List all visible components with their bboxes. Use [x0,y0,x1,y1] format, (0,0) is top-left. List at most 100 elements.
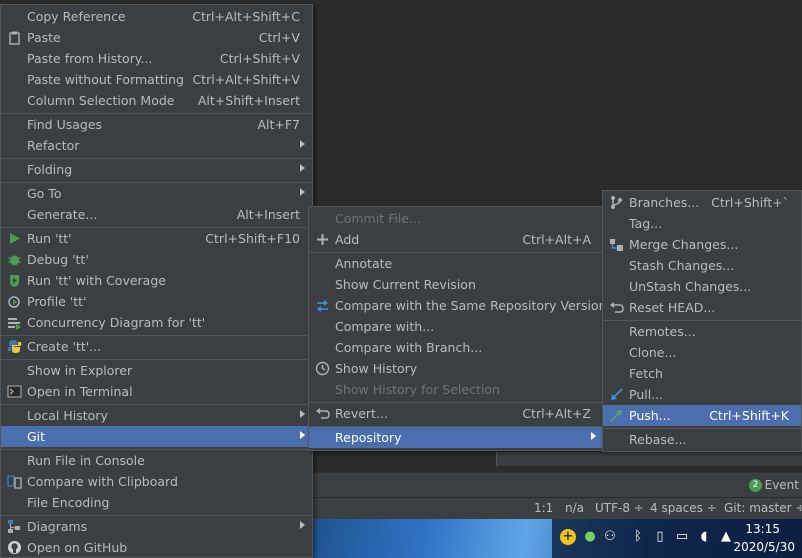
menu-item-find-usages[interactable]: Find Usages Alt+F7 [1,114,312,135]
menu-item-merge-changes[interactable]: Merge Changes... [603,234,801,255]
repository-submenu: Branches... Ctrl+Shift+` Tag... Merge Cha… [602,190,802,452]
menu-item-push[interactable]: Push... Ctrl+Shift+K [603,405,801,426]
git-branch-widget[interactable]: Git: master ÷ [724,501,802,515]
compare-arrows-icon [315,298,330,313]
menu-item-compare-with[interactable]: Compare with... [309,316,603,337]
file-encoding-widget[interactable]: UTF-8 ÷ [595,501,644,515]
terminal-icon [7,384,22,399]
menu-item-compare-with-clipboard[interactable]: Compare with Clipboard [1,471,312,492]
menu-item-diagrams[interactable]: Diagrams [1,516,312,537]
windows-taskbar: + ● ⚇ ᛒ ▯ ▭ ◖ ▲ 13:15 2020/5/30 [300,519,802,558]
submenu-arrow-icon [300,164,305,172]
ime-icon[interactable]: + [560,529,576,545]
menu-item-repository[interactable]: Repository [309,427,603,448]
submenu-arrow-icon [300,188,305,196]
bluetooth-icon[interactable]: ᛒ [630,529,646,545]
battery-icon[interactable]: ▯ [652,529,668,545]
system-tray: + ● ⚇ ᛒ ▯ ▭ ◖ ▲ 13:15 2020/5/30 [552,519,802,558]
python-icon [7,339,22,354]
clock-icon [315,361,330,376]
menu-item-debug[interactable]: Debug 'tt' [1,249,312,270]
menu-item-annotate[interactable]: Annotate [309,253,603,274]
menu-item-fetch[interactable]: Fetch [603,363,801,384]
diagram-icon [7,519,22,534]
indent-widget[interactable]: 4 spaces ÷ [650,501,717,515]
submenu-arrow-icon [300,521,305,529]
event-log-strip: 2 Event [300,472,802,498]
network-icon[interactable]: ⚇ [602,529,618,545]
pull-arrow-icon [609,387,624,402]
menu-item-reset-head[interactable]: Reset HEAD... [603,297,801,318]
display-icon[interactable]: ▭ [674,529,690,545]
run-icon [7,231,22,246]
menu-item-git[interactable]: Git [1,426,312,447]
menu-item-copy-reference[interactable]: Copy Reference Ctrl+Alt+Shift+C [1,6,312,27]
menu-item-remotes[interactable]: Remotes... [603,321,801,342]
submenu-arrow-icon [300,410,305,418]
menu-item-local-history[interactable]: Local History [1,405,312,426]
volume-icon[interactable]: ◖ [696,529,712,545]
menu-item-concurrency-diagram[interactable]: Concurrency Diagram for 'tt' [1,312,312,333]
menu-item-paste-from-history[interactable]: Paste from History... Ctrl+Shift+V [1,48,312,69]
menu-item-run-file-in-console[interactable]: Run File in Console [1,450,312,471]
menu-item-compare-with-branch[interactable]: Compare with Branch... [309,337,603,358]
menu-item-tag[interactable]: Tag... [603,213,801,234]
status-bar: 1:1 n/a UTF-8 ÷ 4 spaces ÷ Git: master ÷ [300,497,802,520]
menu-item-open-on-github[interactable]: Open on GitHub [1,537,312,558]
coverage-icon [7,273,22,288]
menu-item-paste[interactable]: Paste Ctrl+V [1,27,312,48]
github-icon [7,540,22,555]
menu-item-compare-same-repo-version[interactable]: Compare with the Same Repository Version [309,295,607,316]
menu-item-branches[interactable]: Branches... Ctrl+Shift+` [603,192,801,213]
clock-time[interactable]: 13:15 [745,522,780,536]
branch-icon [609,195,624,210]
menu-item-rebase[interactable]: Rebase... [603,429,801,450]
editor-context-menu: Copy Reference Ctrl+Alt+Shift+C Paste Ctrl… [0,4,313,558]
menu-item-refactor[interactable]: Refactor [1,135,312,156]
clock-date[interactable]: 2020/5/30 [733,540,795,554]
menu-item-pull[interactable]: Pull... [603,384,801,405]
menu-item-file-encoding[interactable]: File Encoding [1,492,312,513]
menu-item-open-in-terminal[interactable]: Open in Terminal [1,381,312,402]
menu-item-show-history-for-selection[interactable]: Show History for Selection [309,379,603,400]
reset-icon [609,300,624,315]
menu-item-stash-changes[interactable]: Stash Changes... [603,255,801,276]
menu-item-show-in-explorer[interactable]: Show in Explorer [1,360,312,381]
menu-item-column-selection-mode[interactable]: Column Selection Mode Alt+Shift+Insert [1,90,312,111]
revert-icon [315,406,330,421]
menu-item-run-with-coverage[interactable]: Run 'tt' with Coverage [1,270,312,291]
tool-window-strip [497,452,802,466]
merge-icon [609,237,624,252]
git-submenu: Commit File... Add Ctrl+Alt+A Annotate Sh… [308,206,607,451]
clipboard-icon [7,30,22,45]
menu-item-revert[interactable]: Revert... Ctrl+Alt+Z [309,403,603,424]
concurrency-icon [7,315,22,330]
line-separator[interactable]: n/a [565,501,584,515]
menu-item-add[interactable]: Add Ctrl+Alt+A [309,229,603,250]
menu-item-show-history[interactable]: Show History [309,358,603,379]
menu-item-paste-without-formatting[interactable]: Paste without Formatting Ctrl+Alt+Shift+V [1,69,312,90]
menu-item-show-current-revision[interactable]: Show Current Revision [309,274,603,295]
menu-item-folding[interactable]: Folding [1,159,312,180]
event-log-button[interactable]: Event [765,478,799,492]
push-arrow-icon [609,408,624,423]
profile-icon [7,294,22,309]
submenu-arrow-icon [300,140,305,148]
plus-icon [315,232,330,247]
event-count-badge: 2 [749,479,762,492]
menu-item-unstash-changes[interactable]: UnStash Changes... [603,276,801,297]
menu-item-profile[interactable]: Profile 'tt' [1,291,312,312]
submenu-arrow-icon [591,432,596,440]
wechat-icon[interactable]: ● [582,529,598,545]
menu-item-clone[interactable]: Clone... [603,342,801,363]
submenu-arrow-icon [300,431,305,439]
menu-item-create-config[interactable]: Create 'tt'... [1,336,312,357]
caret-position[interactable]: 1:1 [534,501,553,515]
compare-icon [7,474,22,489]
menu-item-go-to[interactable]: Go To [1,183,312,204]
debug-icon [7,252,22,267]
menu-item-generate[interactable]: Generate... Alt+Insert [1,204,312,225]
wifi-icon[interactable]: ▲ [718,529,734,545]
menu-item-commit-file[interactable]: Commit File... [309,208,603,229]
menu-item-run[interactable]: Run 'tt' Ctrl+Shift+F10 [1,228,312,249]
